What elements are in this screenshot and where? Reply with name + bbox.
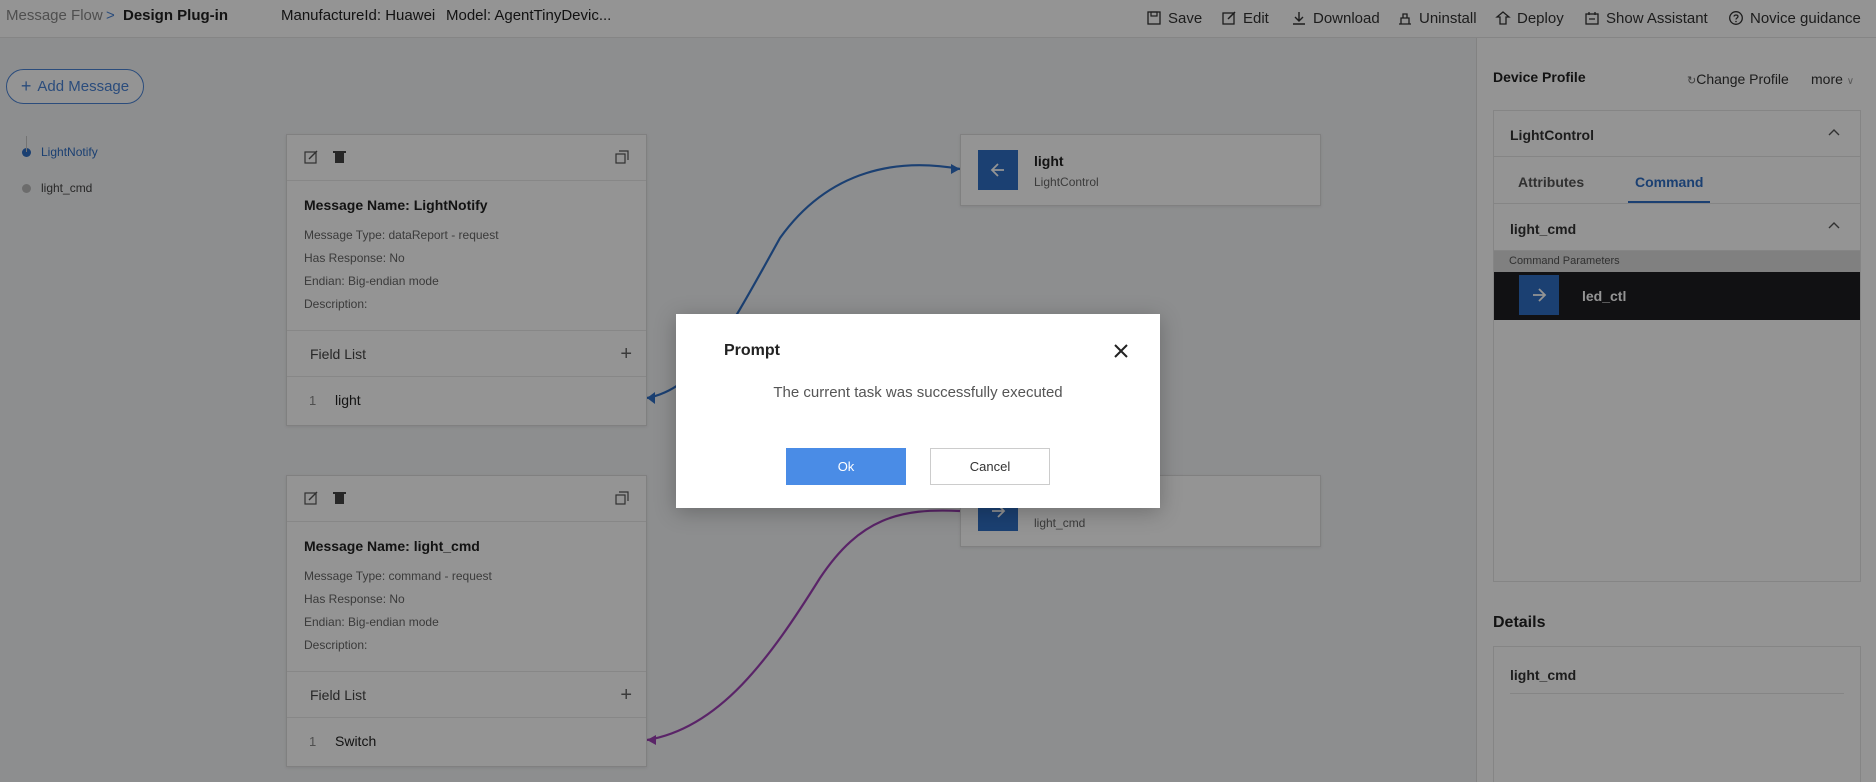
- ok-button[interactable]: Ok: [786, 448, 906, 485]
- dialog-message: The current task was successfully execut…: [773, 384, 1063, 401]
- cancel-button[interactable]: Cancel: [930, 448, 1050, 485]
- dialog-title: Prompt: [724, 342, 780, 359]
- prompt-dialog: Prompt The current task was successfully…: [676, 314, 1160, 508]
- close-icon[interactable]: [1112, 342, 1130, 360]
